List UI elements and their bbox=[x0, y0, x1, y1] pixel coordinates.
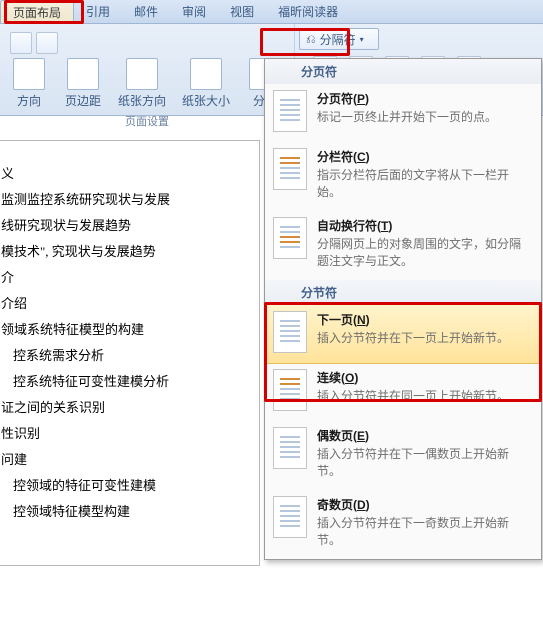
text-wrapping-icon bbox=[273, 217, 307, 259]
menu-desc: 分隔网页上的对象周围的文字，如分隔题注文字与正文。 bbox=[317, 236, 531, 270]
orientation-label: 纸张方向 bbox=[118, 92, 166, 109]
themes-font-icon[interactable] bbox=[10, 32, 32, 54]
breaks-dropdown-menu: 分页符 分页符(P) 标记一页终止并开始下一页的点。 分栏符(C) 指示分栏符后… bbox=[264, 58, 542, 560]
menu-item-column-break[interactable]: 分栏符(C) 指示分栏符后面的文字将从下一栏开始。 bbox=[265, 142, 541, 211]
margins-icon bbox=[67, 58, 99, 90]
menu-desc: 插入分节符并在下一页上开始新节。 bbox=[317, 330, 531, 347]
tab-page-layout[interactable]: 页面布局 bbox=[0, 0, 74, 23]
doc-line: 控系统特征可变性建模分析 bbox=[1, 369, 249, 395]
text-direction-button[interactable]: 方向 bbox=[6, 56, 52, 109]
column-break-icon bbox=[273, 148, 307, 190]
chevron-down-icon: ▾ bbox=[360, 35, 364, 44]
text-direction-icon bbox=[13, 58, 45, 90]
doc-line: 控系统需求分析 bbox=[1, 343, 249, 369]
size-label: 纸张大小 bbox=[182, 92, 230, 109]
margins-button[interactable]: 页边距 bbox=[60, 56, 106, 109]
even-page-icon bbox=[273, 427, 307, 469]
tab-mail[interactable]: 邮件 bbox=[122, 0, 170, 23]
size-button[interactable]: 纸张大小 bbox=[178, 56, 234, 109]
tab-references[interactable]: 引用 bbox=[74, 0, 122, 23]
doc-line: 控领域的特征可变性建模 bbox=[1, 473, 249, 499]
menu-title: 奇数页(D) bbox=[317, 496, 531, 513]
doc-line: 线研究现状与发展趋势 bbox=[1, 213, 249, 239]
menu-title: 分页符(P) bbox=[317, 90, 531, 107]
menu-title: 分栏符(C) bbox=[317, 148, 531, 165]
breaks-icon: ⎌ bbox=[306, 32, 316, 47]
page-break-icon bbox=[273, 90, 307, 132]
menu-title: 偶数页(E) bbox=[317, 427, 531, 444]
doc-line: 监测监控系统研究现状与发展 bbox=[1, 187, 249, 213]
breaks-label: 分隔符 bbox=[320, 31, 356, 48]
group-label-page-setup: 页面设置 bbox=[125, 113, 169, 129]
menu-item-continuous[interactable]: 连续(O) 插入分节符并在同一页上开始新节。 bbox=[265, 363, 541, 421]
continuous-icon bbox=[273, 369, 307, 411]
text-direction-label: 方向 bbox=[17, 92, 41, 109]
themes-effects-icon[interactable] bbox=[36, 32, 58, 54]
menu-desc: 指示分栏符后面的文字将从下一栏开始。 bbox=[317, 167, 531, 201]
document-page[interactable]: 义 监测监控系统研究现状与发展 线研究现状与发展趋势 模技术", 究现状与发展趋… bbox=[0, 140, 260, 566]
menu-title: 自动换行符(T) bbox=[317, 217, 531, 234]
doc-line: 义 bbox=[1, 161, 249, 187]
menu-title: 下一页(N) bbox=[317, 311, 531, 328]
menu-title: 连续(O) bbox=[317, 369, 531, 386]
next-page-icon bbox=[273, 311, 307, 353]
odd-page-icon bbox=[273, 496, 307, 538]
size-icon bbox=[190, 58, 222, 90]
menu-desc: 插入分节符并在同一页上开始新节。 bbox=[317, 388, 531, 405]
menu-item-page-break[interactable]: 分页符(P) 标记一页终止并开始下一页的点。 bbox=[265, 84, 541, 142]
margins-label: 页边距 bbox=[65, 92, 101, 109]
orientation-button[interactable]: 纸张方向 bbox=[114, 56, 170, 109]
doc-line: 问建 bbox=[1, 447, 249, 473]
orientation-icon bbox=[126, 58, 158, 90]
menu-desc: 插入分节符并在下一奇数页上开始新节。 bbox=[317, 515, 531, 549]
menu-item-text-wrapping[interactable]: 自动换行符(T) 分隔网页上的对象周围的文字，如分隔题注文字与正文。 bbox=[265, 211, 541, 280]
doc-line: 介绍 bbox=[1, 291, 249, 317]
menu-item-odd-page[interactable]: 奇数页(D) 插入分节符并在下一奇数页上开始新节。 bbox=[265, 490, 541, 559]
breaks-button[interactable]: ⎌ 分隔符 ▾ bbox=[299, 28, 379, 50]
tab-review[interactable]: 审阅 bbox=[170, 0, 218, 23]
menu-item-next-page[interactable]: 下一页(N) 插入分节符并在下一页上开始新节。 bbox=[264, 304, 542, 364]
ribbon-tabs: 页面布局 引用 邮件 审阅 视图 福昕阅读器 bbox=[0, 0, 543, 24]
menu-desc: 标记一页终止并开始下一页的点。 bbox=[317, 109, 531, 126]
menu-header-section-breaks: 分节符 bbox=[265, 280, 541, 305]
doc-line: 证之间的关系识别 bbox=[1, 395, 249, 421]
doc-line: 模技术", 究现状与发展趋势 bbox=[1, 239, 249, 265]
menu-desc: 插入分节符并在下一偶数页上开始新节。 bbox=[317, 446, 531, 480]
doc-line: 领域系统特征模型的构建 bbox=[1, 317, 249, 343]
menu-item-even-page[interactable]: 偶数页(E) 插入分节符并在下一偶数页上开始新节。 bbox=[265, 421, 541, 490]
menu-header-page-breaks: 分页符 bbox=[265, 59, 541, 84]
tab-foxit[interactable]: 福昕阅读器 bbox=[266, 0, 350, 23]
doc-line: 介 bbox=[1, 265, 249, 291]
doc-line: 控领域特征模型构建 bbox=[1, 499, 249, 525]
tab-view[interactable]: 视图 bbox=[218, 0, 266, 23]
doc-line: 性识别 bbox=[1, 421, 249, 447]
